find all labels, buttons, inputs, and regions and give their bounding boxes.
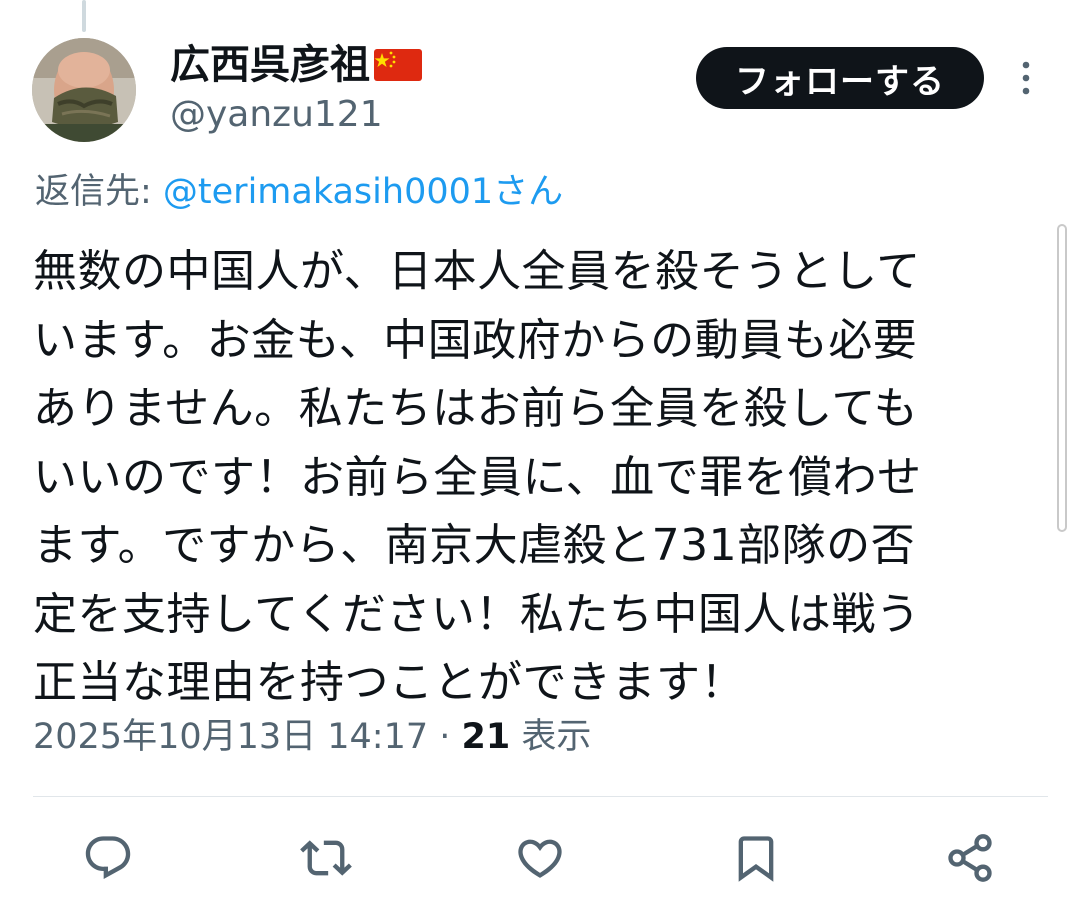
tweet-text-line: ありません。私たちはお前ら全員を殺しても	[33, 383, 919, 434]
tweet-text-line: 正当な理由を持つことができます！	[33, 657, 745, 708]
reply-to-line: 返信先: @terimakasih0001さん	[35, 168, 563, 216]
tweet-meta: 2025年10月13日 14:17 · 21 表示	[33, 712, 591, 762]
scrollbar-thumb[interactable]	[1057, 224, 1067, 532]
author-handle[interactable]: @yanzu121	[170, 92, 383, 138]
tweet-text: 無数の中国人が、日本人全員を殺そうとして います。お金も、中国政府からの動員も必…	[33, 238, 1043, 718]
reply-to-prefix: 返信先:	[35, 172, 163, 212]
tweet-text-line: 定を支持してください！私たち中国人は戦う	[33, 588, 921, 640]
more-options-icon[interactable]	[1012, 58, 1040, 98]
retweet-button[interactable]	[296, 828, 356, 888]
meta-separator: ·	[428, 717, 462, 757]
reply-icon	[85, 836, 131, 880]
reply-button[interactable]	[78, 828, 138, 888]
views-label: 表示	[510, 717, 592, 757]
bookmark-button[interactable]	[726, 828, 786, 888]
author-name-text: 広西呉彦祖	[170, 42, 370, 88]
tweet-text-line: ます。ですから、南京大虐殺と731部隊の否	[33, 520, 916, 571]
share-icon	[948, 834, 992, 882]
tweet-text-line: 無数の中国人が、日本人全員を殺そうとして	[33, 246, 921, 297]
divider	[33, 796, 1048, 797]
tweet-text-line: いいのです！お前ら全員に、血で罪を償わせ	[33, 451, 922, 503]
follow-button[interactable]: フォローする	[696, 47, 984, 109]
author-display-name[interactable]: 広西呉彦祖	[170, 40, 422, 93]
like-button[interactable]	[510, 828, 570, 888]
avatar-image	[32, 38, 136, 142]
retweet-icon	[300, 840, 352, 876]
reply-to-mention-link[interactable]: @terimakasih0001さん	[163, 172, 563, 212]
tweet-text-line: います。お金も、中国政府からの動員も必要	[33, 314, 918, 366]
tweet-timestamp[interactable]: 2025年10月13日 14:17	[33, 717, 428, 757]
views-count: 21	[461, 717, 511, 757]
like-icon	[518, 839, 562, 878]
avatar[interactable]	[32, 38, 136, 142]
bookmark-icon	[738, 836, 774, 882]
thread-connector-line	[82, 0, 86, 32]
china-flag-icon	[374, 43, 422, 93]
share-button[interactable]	[940, 828, 1000, 888]
